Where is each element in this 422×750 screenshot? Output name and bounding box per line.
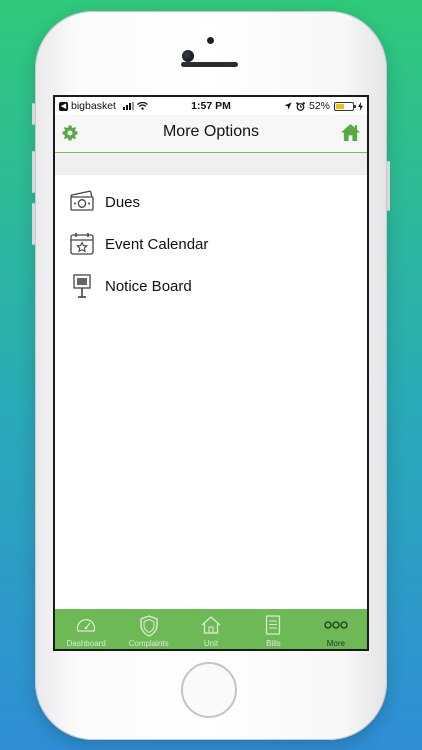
tab-more[interactable]: More [305, 609, 367, 649]
phone-frame: ◀ bigbasket 1:57 PM 52% More Options Due… [32, 11, 390, 740]
battery-icon [334, 101, 356, 111]
options-menu: Dues Event Calendar Notice Board [55, 181, 367, 307]
section-separator [55, 153, 367, 175]
home-button[interactable] [181, 662, 237, 718]
notice-board-icon [73, 274, 91, 298]
power-button [387, 161, 390, 211]
menu-item-notice-board[interactable]: Notice Board [55, 265, 367, 307]
tab-label: Complaints [128, 639, 169, 648]
status-right: 52% [284, 100, 363, 112]
tab-complaints[interactable]: Complaints [117, 609, 179, 649]
navigation-bar: More Options [55, 115, 367, 153]
money-icon [70, 190, 94, 211]
status-bar: ◀ bigbasket 1:57 PM 52% [55, 97, 367, 115]
tab-bills[interactable]: Bills [242, 609, 304, 649]
tab-dashboard[interactable]: Dashboard [55, 609, 117, 649]
volume-down-button [32, 203, 35, 245]
gauge-icon [77, 618, 96, 632]
screen: ◀ bigbasket 1:57 PM 52% More Options Due… [53, 95, 369, 651]
proximity-sensor [207, 37, 214, 44]
calendar-icon [70, 233, 94, 255]
mute-switch [32, 103, 35, 125]
charging-icon [358, 101, 363, 111]
tab-bar: Dashboard Complaints Unit Bills More [55, 609, 367, 649]
location-icon [284, 102, 292, 110]
menu-item-dues[interactable]: Dues [55, 181, 367, 223]
page-title: More Options [162, 123, 260, 140]
tab-label: Bills [266, 639, 281, 648]
earpiece-speaker [181, 62, 238, 67]
menu-item-label: Notice Board [105, 277, 192, 295]
front-camera [182, 50, 194, 62]
dots-icon [324, 621, 348, 629]
house-icon [201, 616, 221, 634]
document-icon [266, 615, 281, 635]
menu-item-event-calendar[interactable]: Event Calendar [55, 223, 367, 265]
home-icon[interactable] [340, 123, 361, 142]
shield-icon [139, 615, 158, 637]
volume-up-button [32, 151, 35, 193]
menu-item-label: Event Calendar [105, 235, 209, 253]
tab-label: Unit [203, 639, 219, 648]
tab-unit[interactable]: Unit [180, 609, 242, 649]
battery-percent: 52% [308, 100, 330, 112]
menu-item-label: Dues [105, 193, 141, 211]
tab-label: Dashboard [66, 639, 106, 648]
alarm-icon [296, 101, 305, 111]
tab-label: More [326, 639, 345, 648]
